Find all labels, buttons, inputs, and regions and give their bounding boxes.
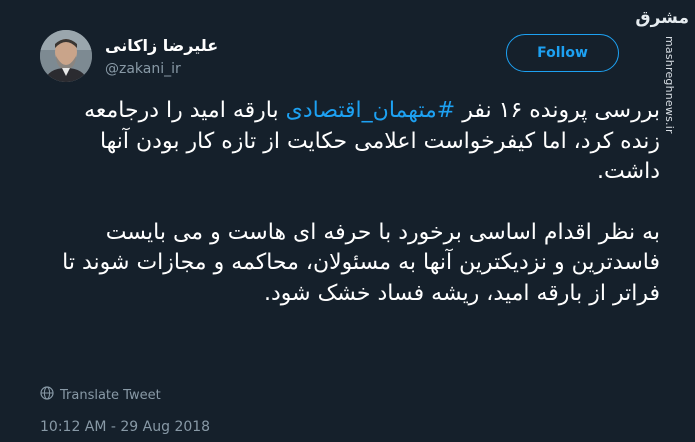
watermark-logo: مشرق <box>635 8 689 28</box>
tweet-paragraph-2: به نظر اقدام اساسی برخورد با حرفه ای هاس… <box>62 219 660 306</box>
translate-label: Translate Tweet <box>60 387 161 403</box>
hashtag-link[interactable]: #متهمان_اقتصادی <box>286 98 456 123</box>
tweet-text-segment: بررسی پرونده ۱۶ نفر <box>455 98 660 123</box>
globe-icon <box>40 386 54 404</box>
author-handle[interactable]: @zakani_ir <box>105 61 181 77</box>
follow-button[interactable]: Follow <box>506 34 619 72</box>
translate-tweet-link[interactable]: Translate Tweet <box>40 386 161 404</box>
avatar-photo <box>40 30 92 82</box>
watermark-url: mashreghnews.ir <box>663 36 676 134</box>
tweet-paragraph-1: بررسی پرونده ۱۶ نفر #متهمان_اقتصادی بارق… <box>40 96 660 188</box>
author-name[interactable]: علیرضا زاکانی <box>105 36 218 55</box>
tweet-timestamp[interactable]: 10:12 AM - 29 Aug 2018 <box>40 419 210 435</box>
avatar[interactable] <box>40 30 92 82</box>
tweet-text: بررسی پرونده ۱۶ نفر #متهمان_اقتصادی بارق… <box>40 96 660 309</box>
